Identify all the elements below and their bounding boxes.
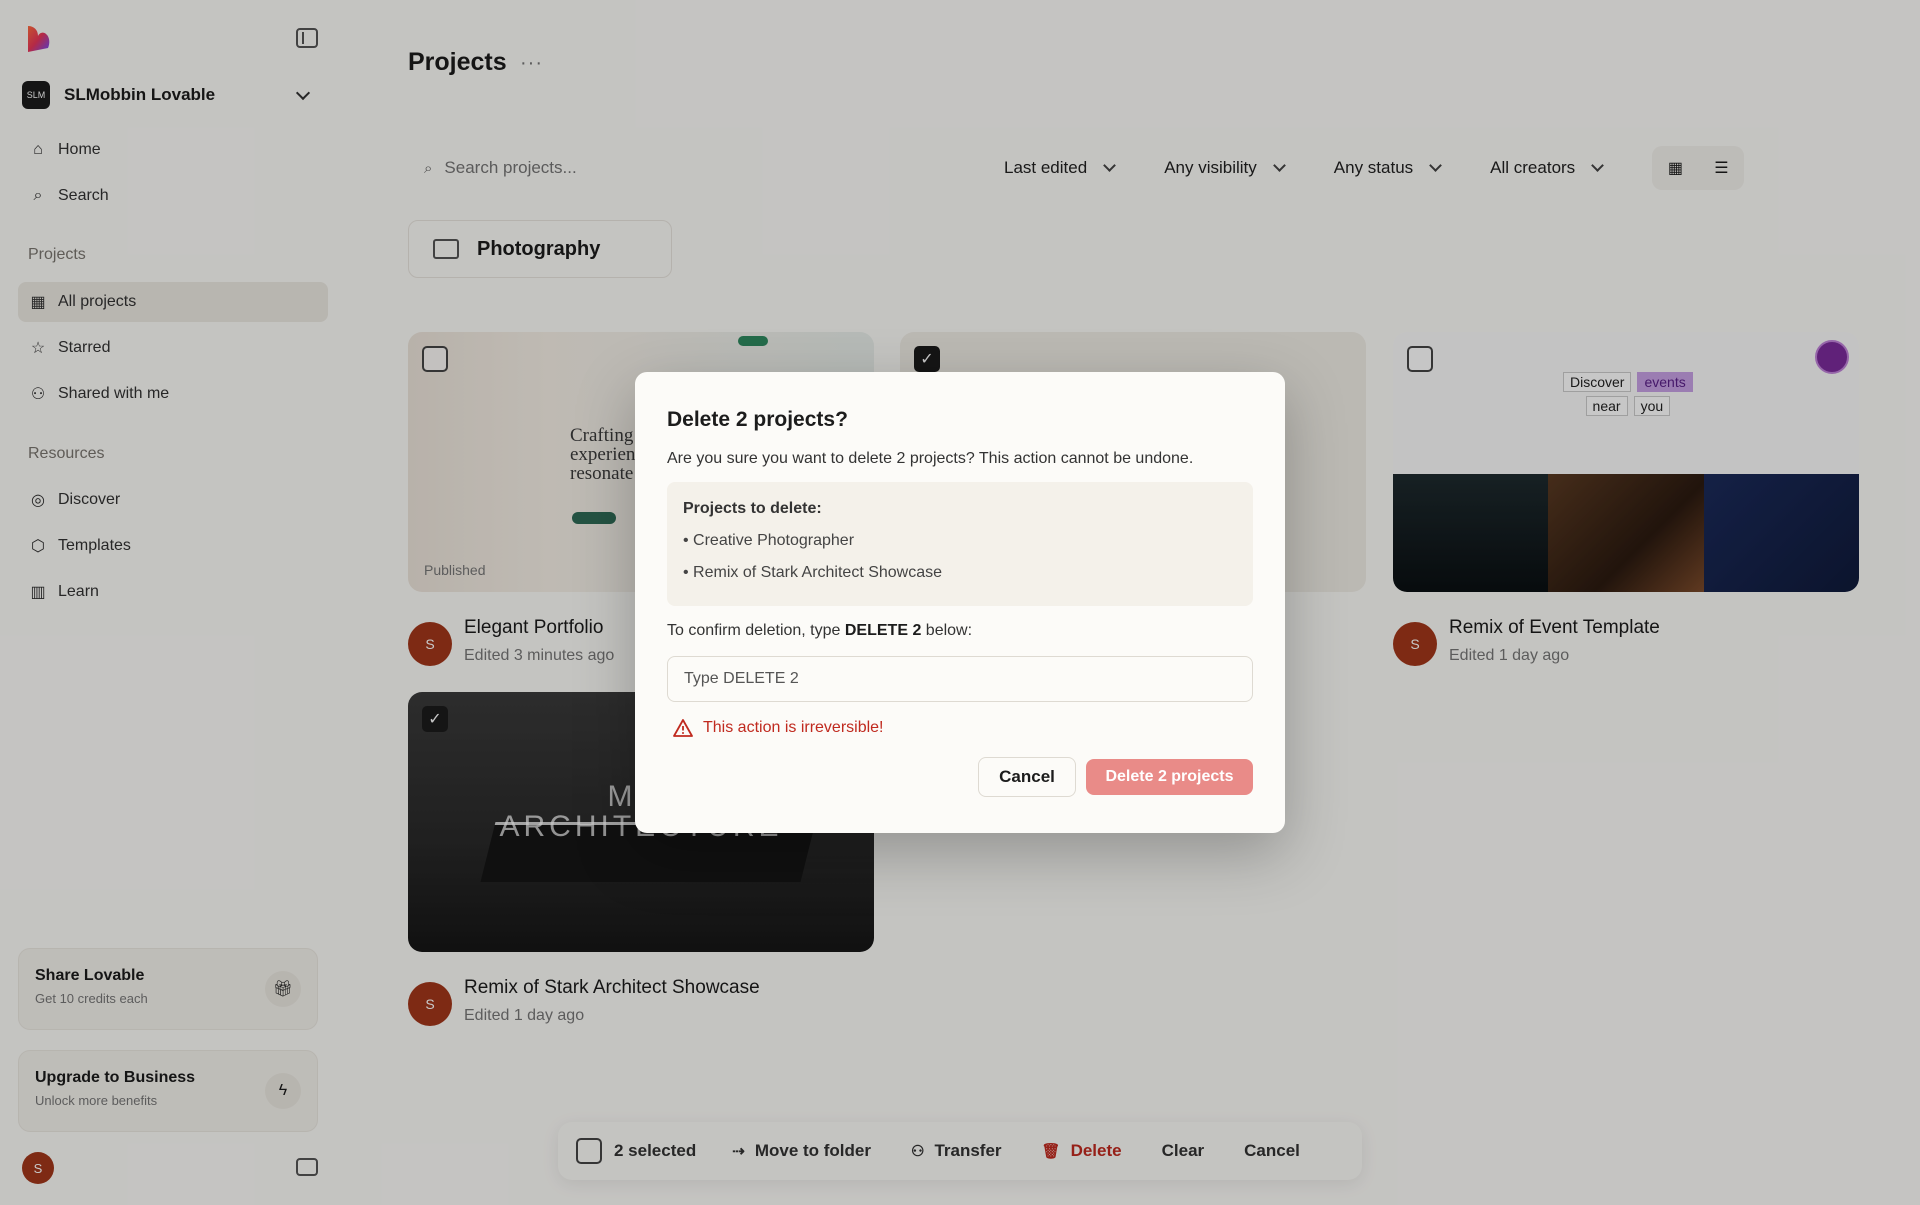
confirm-keyword: DELETE 2 [844,622,922,639]
list-heading: Projects to delete: [683,500,822,517]
warning-icon [673,719,693,737]
delete-projects-dialog: Delete 2 projects? Are you sure you want… [635,372,1285,833]
dialog-actions: Cancel Delete 2 projects [978,757,1253,797]
dialog-title: Delete 2 projects? [667,408,848,431]
warning-text: This action is irreversible! [703,719,884,736]
dialog-description: Are you sure you want to delete 2 projec… [667,450,1194,467]
list-item: • Creative Photographer [683,532,855,549]
cancel-button[interactable]: Cancel [978,757,1076,797]
projects-to-delete-list: Projects to delete: • Creative Photograp… [667,482,1253,606]
confirm-prefix: To confirm deletion, type [667,622,845,639]
confirm-suffix: below: [921,622,973,639]
confirm-instruction: To confirm deletion, type DELETE 2 below… [667,622,1253,640]
confirm-delete-button[interactable]: Delete 2 projects [1086,759,1253,795]
confirm-delete-input[interactable] [667,656,1253,702]
irreversible-warning: This action is irreversible! [667,718,1253,738]
list-item: • Remix of Stark Architect Showcase [683,564,943,581]
